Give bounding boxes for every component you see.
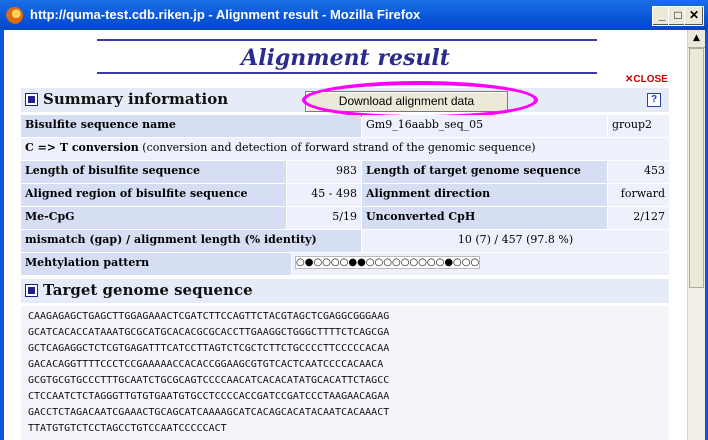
close-link[interactable]: ✕CLOSE bbox=[625, 74, 668, 85]
scroll-up-arrow-icon[interactable]: ▲ bbox=[688, 30, 705, 48]
row-bisulfite-name: Bisulfite sequence name Gm9_16aabb_seq_0… bbox=[21, 115, 669, 137]
sequence-line: GCTCAGAGGCTCTCGTGAGATTTCATCCTTAGTCTCGCTC… bbox=[28, 343, 390, 354]
len-bisulfite-label: Length of bisulfite sequence bbox=[21, 161, 286, 183]
pattern-cell: ○●○○○○●●○○○○○○○○○●○○○ bbox=[292, 253, 669, 275]
target-sequence: CAAGAGAGCTGAGCTTGGAGAAACTCGATCTTCCAGTTCT… bbox=[21, 306, 669, 440]
pattern-label: Mehtylation pattern bbox=[21, 253, 291, 275]
group-value: group2 bbox=[608, 115, 669, 137]
page-title: Alignment result bbox=[241, 45, 450, 71]
sequence-line: TTATGTGTCTCCTAGCCTGTCCAATCCCCCACT bbox=[28, 423, 227, 434]
aligned-region-label: Aligned region of bisulfite sequence bbox=[21, 184, 286, 206]
conversion-label: C => T conversion bbox=[25, 141, 139, 154]
unconverted-cph-value: 2/127 bbox=[608, 207, 669, 229]
close-window-button[interactable]: ✕ bbox=[684, 6, 704, 26]
scroll-thumb[interactable] bbox=[689, 48, 704, 288]
row-mecpg: Me-CpG 5/19 Unconverted CpH 2/127 bbox=[21, 207, 669, 229]
sequence-line: CAAGAGAGCTGAGCTTGGAGAAACTCGATCTTCCAGTTCT… bbox=[28, 311, 390, 322]
direction-label: Alignment direction bbox=[362, 184, 607, 206]
section-bullet-icon bbox=[25, 93, 38, 106]
window-title: http://quma-test.cdb.riken.jp - Alignmen… bbox=[30, 7, 421, 22]
len-target-value: 453 bbox=[608, 161, 669, 183]
conversion-cell: C => T conversion (conversion and detect… bbox=[21, 138, 669, 160]
direction-value: forward bbox=[608, 184, 669, 206]
len-bisulfite-value: 983 bbox=[287, 161, 361, 183]
row-conversion: C => T conversion (conversion and detect… bbox=[21, 138, 669, 160]
len-target-label: Length of target genome sequence bbox=[362, 161, 607, 183]
row-pattern: Mehtylation pattern ○●○○○○●●○○○○○○○○○●○○… bbox=[21, 253, 669, 275]
section-bullet-icon bbox=[25, 284, 38, 297]
firefox-icon bbox=[6, 7, 23, 24]
mecpg-label: Me-CpG bbox=[21, 207, 286, 229]
row-lengths: Length of bisulfite sequence 983 Length … bbox=[21, 161, 669, 183]
summary-heading: Summary information bbox=[43, 90, 229, 108]
aligned-region-value: 45 - 498 bbox=[287, 184, 361, 206]
bisulfite-name-label: Bisulfite sequence name bbox=[21, 115, 361, 137]
row-aligned-region: Aligned region of bisulfite sequence 45 … bbox=[21, 184, 669, 206]
sequence-line: GACACAGGTTTTCCCTCCGAAAAACCACACCGGAAGCGTG… bbox=[28, 359, 384, 370]
sequence-line: GACCTCTAGACAATCGAAACTGCAGCATCAAAAGCATCAC… bbox=[28, 407, 390, 418]
target-header: Target genome sequence bbox=[21, 279, 669, 303]
help-icon[interactable]: ? bbox=[647, 93, 661, 107]
sequence-line: GCGTGCGTGCCCTTTGCAATCTGCGCAGTCCCCAACATCA… bbox=[28, 375, 390, 386]
mecpg-value: 5/19 bbox=[287, 207, 361, 229]
methylation-pattern: ○●○○○○●●○○○○○○○○○●○○○ bbox=[295, 256, 481, 269]
vertical-scrollbar[interactable]: ▲ bbox=[687, 30, 705, 440]
unconverted-cph-label: Unconverted CpH bbox=[362, 207, 607, 229]
title-rule-bottom bbox=[97, 72, 597, 74]
mismatch-label: mismatch (gap) / alignment length (% ide… bbox=[21, 230, 361, 252]
window-titlebar: http://quma-test.cdb.riken.jp - Alignmen… bbox=[0, 0, 708, 30]
title-rule-top bbox=[97, 39, 597, 41]
row-mismatch: mismatch (gap) / alignment length (% ide… bbox=[21, 230, 669, 252]
sequence-line: CTCCAATCTCTAGGGTTGTGTGAATGTGCCTCCCCACCGA… bbox=[28, 391, 390, 402]
sequence-line: GCATCACACCATAAATGCGCATGCACACGCGCACCTTGAA… bbox=[28, 327, 390, 338]
page-content: Alignment result ✕CLOSE Summary informat… bbox=[4, 30, 687, 440]
conversion-desc: (conversion and detection of forward str… bbox=[138, 141, 536, 154]
mismatch-value: 10 (7) / 457 (97.8 %) bbox=[362, 230, 669, 252]
download-alignment-button[interactable]: Download alignment data bbox=[305, 91, 508, 112]
target-heading: Target genome sequence bbox=[43, 281, 253, 299]
bisulfite-name-value: Gm9_16aabb_seq_05 bbox=[362, 115, 607, 137]
